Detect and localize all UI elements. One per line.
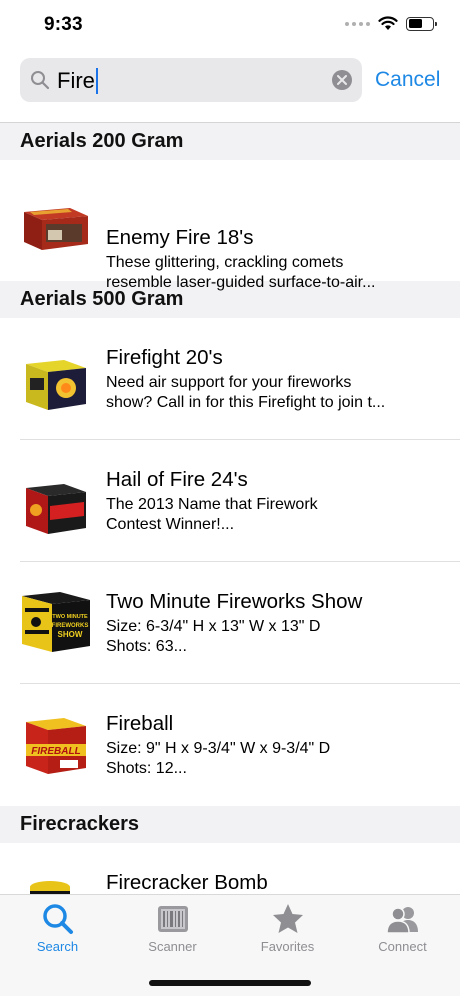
- item-title: Enemy Fire 18's: [106, 226, 254, 249]
- section-header: Aerials 200 Gram: [0, 123, 460, 160]
- product-box-text: FIREWORKS: [52, 623, 89, 629]
- search-bar: Fire Cancel: [0, 58, 460, 104]
- status-time: 9:33: [44, 14, 83, 35]
- list-item[interactable]: Hail of Fire 24's The 2013 Name that Fir…: [0, 440, 460, 562]
- tab-label: Scanner: [148, 939, 197, 954]
- list-item[interactable]: Enemy Fire 18's These glittering, crackl…: [0, 160, 460, 291]
- list-item[interactable]: Firefight 20's Need air support for your…: [0, 318, 460, 440]
- search-input[interactable]: Fire: [20, 58, 362, 102]
- people-icon: [385, 907, 418, 934]
- tab-scanner[interactable]: Scanner: [115, 901, 230, 961]
- section-header: Firecrackers: [0, 806, 460, 843]
- clear-icon: [337, 75, 347, 85]
- item-title: Firecracker Bomb: [106, 871, 268, 894]
- tab-label: Favorites: [260, 939, 315, 954]
- item-description: Size: 9" H x 9-3/4" W x 9-3/4" D Shots: …: [106, 740, 331, 777]
- clear-search-button[interactable]: [332, 70, 352, 90]
- search-icon: [42, 904, 73, 934]
- cellular-signal-icon: [345, 21, 370, 26]
- barcode-scanner-icon: [157, 906, 188, 932]
- product-box-text: TWO MINUTE: [52, 614, 88, 620]
- product-thumbnail: TWO MINUTE FIREWORKS SHOW: [22, 592, 90, 652]
- list-item[interactable]: TWO MINUTE FIREWORKS SHOW Two Minute Fir…: [0, 562, 460, 684]
- status-bar: 9:33: [0, 0, 460, 48]
- product-thumbnail: [26, 360, 86, 410]
- item-description: The 2013 Name that Firework Contest Winn…: [106, 496, 318, 533]
- tab-favorites[interactable]: Favorites: [230, 901, 345, 961]
- search-results-list[interactable]: Aerials 200 Gram Enemy Fire 18's These g…: [0, 122, 460, 894]
- list-item[interactable]: Firecracker Bomb: [0, 843, 460, 894]
- magnifier-icon: [31, 71, 50, 90]
- tab-label: Search: [36, 939, 79, 954]
- tab-label: Connect: [378, 939, 427, 954]
- item-title: Fireball: [106, 712, 174, 735]
- list-item[interactable]: FIREBALL Fireball Size: 9" H x 9-3/4" W …: [0, 684, 460, 806]
- item-description: These glittering, crackling comets resem…: [106, 254, 376, 291]
- item-description: Need air support for your fireworks show…: [106, 374, 386, 411]
- home-indicator[interactable]: [149, 980, 311, 986]
- item-title: Two Minute Fireworks Show: [106, 590, 363, 613]
- search-query: Fire: [57, 68, 98, 94]
- cancel-button[interactable]: Cancel: [375, 68, 440, 92]
- item-title: Hail of Fire 24's: [106, 468, 248, 491]
- product-thumbnail: [24, 208, 88, 250]
- tab-search[interactable]: Search: [0, 901, 115, 961]
- product-box-text: SHOW: [58, 630, 83, 639]
- status-icons: [345, 16, 437, 31]
- star-icon: [272, 904, 303, 933]
- battery-icon: [406, 16, 437, 31]
- tab-connect[interactable]: Connect: [345, 901, 460, 961]
- product-thumbnail: [26, 484, 86, 534]
- product-thumbnail: FIREBALL: [26, 718, 86, 774]
- item-title: Firefight 20's: [106, 346, 223, 369]
- product-box-text: FIREBALL: [31, 746, 80, 757]
- product-thumbnail: [30, 881, 70, 894]
- item-description: Size: 6-3/4" H x 13" W x 13" D Shots: 63…: [106, 618, 321, 655]
- wifi-icon: [378, 16, 398, 30]
